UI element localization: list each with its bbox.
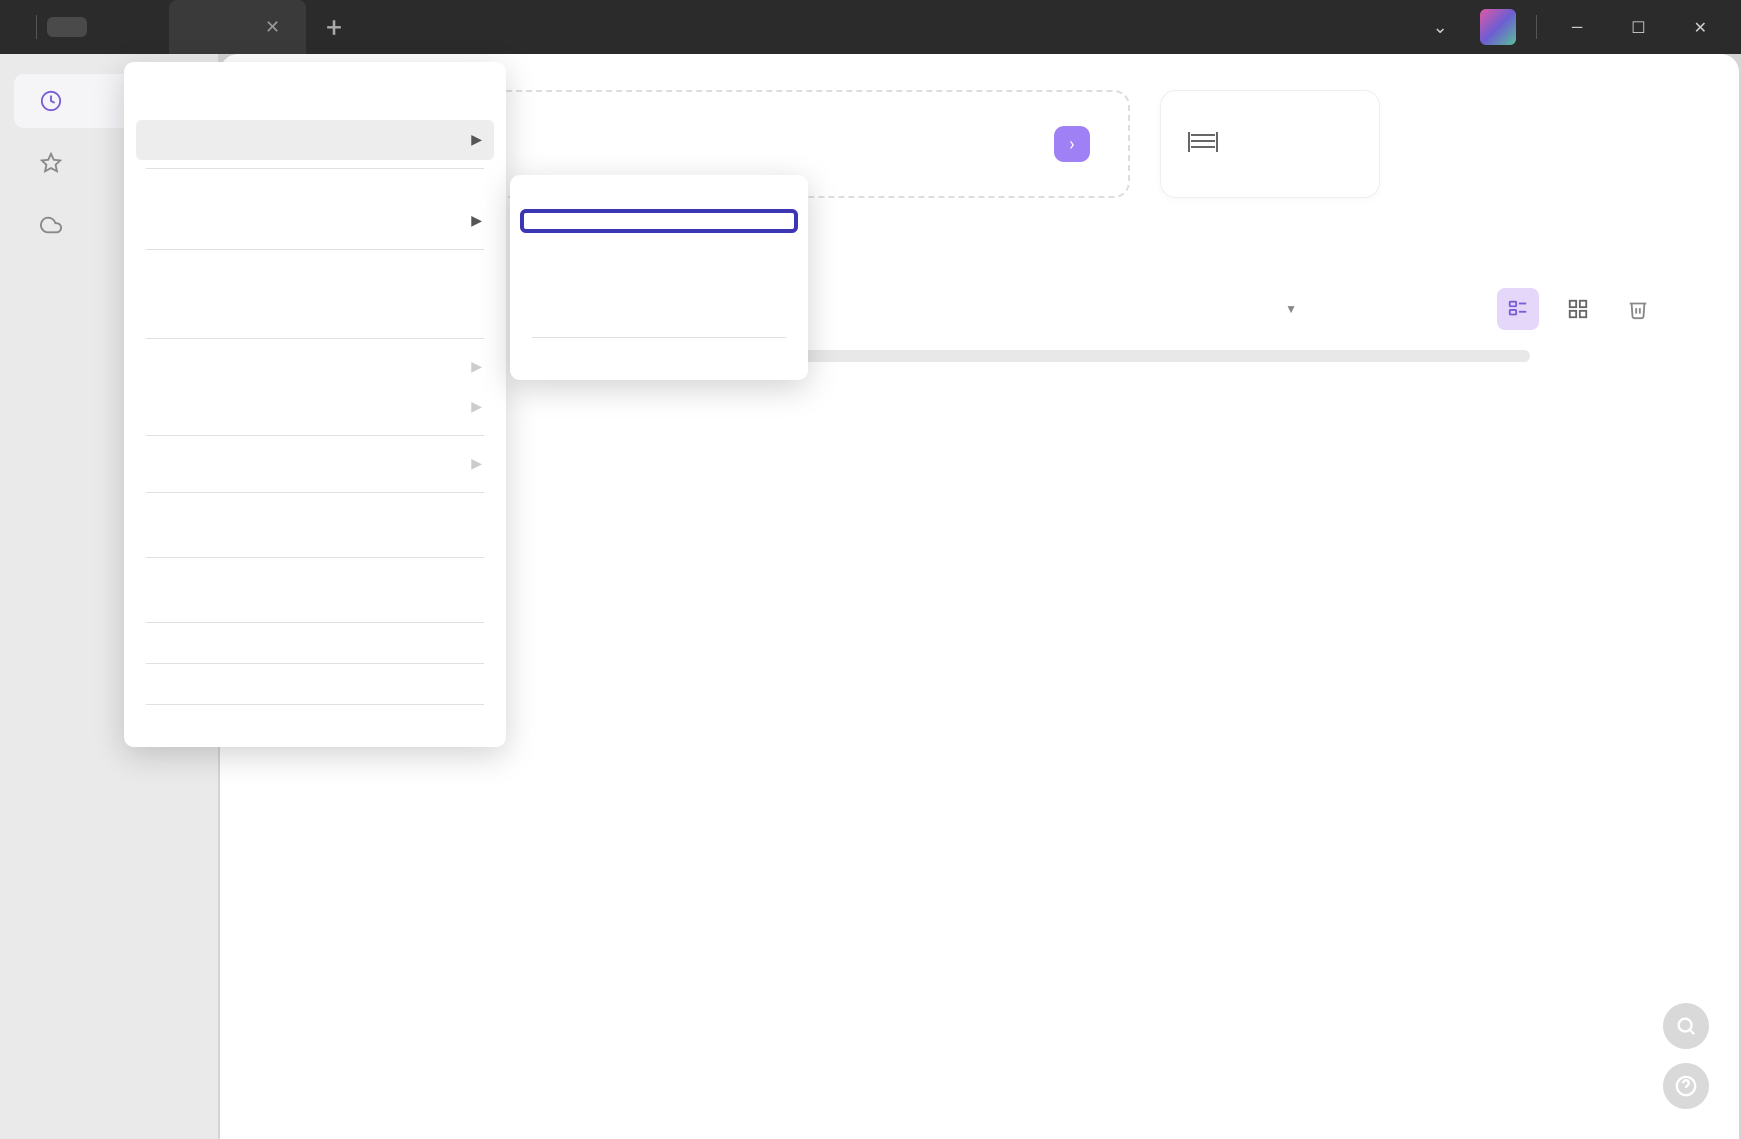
menu-separator (146, 663, 484, 664)
menu-protect: ▶ (124, 444, 506, 484)
menu-open-recent[interactable]: ▶ (124, 201, 506, 241)
menu-new-window[interactable] (124, 96, 506, 120)
create-from-caj[interactable] (510, 185, 808, 209)
create-blank-page[interactable] (510, 346, 808, 370)
menu-close-window[interactable] (124, 525, 506, 549)
menu-separator (146, 622, 484, 623)
menu-new-tab[interactable] (124, 72, 506, 96)
menu-separator (146, 704, 484, 705)
window-controls: — ☐ ✕ (1557, 8, 1721, 47)
menu-file-button[interactable] (47, 17, 87, 37)
chevron-down-icon[interactable]: ⌄ (1421, 9, 1460, 46)
open-arrow-icon: › (1054, 126, 1090, 162)
grid-view-button[interactable] (1557, 288, 1599, 330)
menu-save (124, 258, 506, 282)
submenu-arrow-icon: ▶ (471, 132, 482, 148)
create-from-excel[interactable] (510, 233, 808, 257)
submenu-arrow-icon: ▶ (471, 359, 482, 375)
search-fab[interactable] (1663, 1003, 1709, 1049)
sort-dropdown[interactable]: ▼ (1271, 302, 1297, 316)
maximize-button[interactable]: ☐ (1617, 8, 1659, 47)
menu-save-other: ▶ (124, 347, 506, 387)
menu-help-button[interactable] (89, 17, 129, 37)
submenu-arrow-icon: ▶ (471, 456, 482, 472)
menu-separator (146, 338, 484, 339)
clock-icon (38, 88, 64, 114)
menu-separator (146, 557, 484, 558)
tab-bar: ✕ + (169, 0, 362, 54)
titlebar-divider (1536, 15, 1537, 39)
menu-close-tab[interactable] (124, 501, 506, 525)
menu-save-as (124, 282, 506, 306)
minimize-button[interactable]: — (1557, 8, 1598, 47)
batch-icon (1187, 129, 1219, 161)
menu-open[interactable] (124, 177, 506, 201)
menu-print (124, 672, 506, 696)
list-view-button[interactable] (1497, 288, 1539, 330)
submenu-arrow-icon: ▶ (471, 213, 482, 229)
menu-separator (146, 168, 484, 169)
titlebar-right: ⌄ — ☐ ✕ (1421, 8, 1741, 47)
menu-separator (146, 249, 484, 250)
menu-separator (532, 337, 786, 338)
floating-buttons (1663, 1003, 1709, 1109)
menu-show-folder (124, 566, 506, 590)
create-submenu (510, 175, 808, 380)
create-from-visio[interactable] (510, 281, 808, 305)
tab-close-icon[interactable]: ✕ (265, 17, 280, 38)
tab-new-tab[interactable]: ✕ (169, 0, 306, 54)
submenu-arrow-icon: ▶ (471, 399, 482, 415)
menu-preferences[interactable] (124, 631, 506, 655)
tab-add-button[interactable]: + (306, 11, 362, 44)
menubar (47, 17, 129, 37)
logo-divider (36, 15, 37, 39)
menu-create[interactable]: ▶ (136, 120, 494, 160)
menu-save-cloud (124, 306, 506, 330)
dropdown-arrow-icon: ▼ (1285, 302, 1297, 316)
star-icon (38, 150, 64, 176)
view-controls (1497, 288, 1659, 330)
menu-export: ▶ (124, 387, 506, 427)
menu-separator (146, 492, 484, 493)
avatar[interactable] (1480, 9, 1516, 45)
close-window-button[interactable]: ✕ (1680, 8, 1721, 47)
file-context-menu: ▶ ▶ ▶ ▶ ▶ (124, 62, 506, 747)
cloud-icon (38, 212, 64, 238)
create-from-word[interactable] (520, 209, 798, 233)
batch-card[interactable] (1160, 90, 1380, 198)
help-fab[interactable] (1663, 1063, 1709, 1109)
menu-separator (146, 435, 484, 436)
menu-quit[interactable] (124, 713, 506, 737)
create-from-image[interactable] (510, 305, 808, 329)
trash-button[interactable] (1617, 288, 1659, 330)
create-from-powerpoint[interactable] (510, 257, 808, 281)
menu-properties (124, 590, 506, 614)
titlebar: ✕ + ⌄ — ☐ ✕ (0, 0, 1741, 54)
